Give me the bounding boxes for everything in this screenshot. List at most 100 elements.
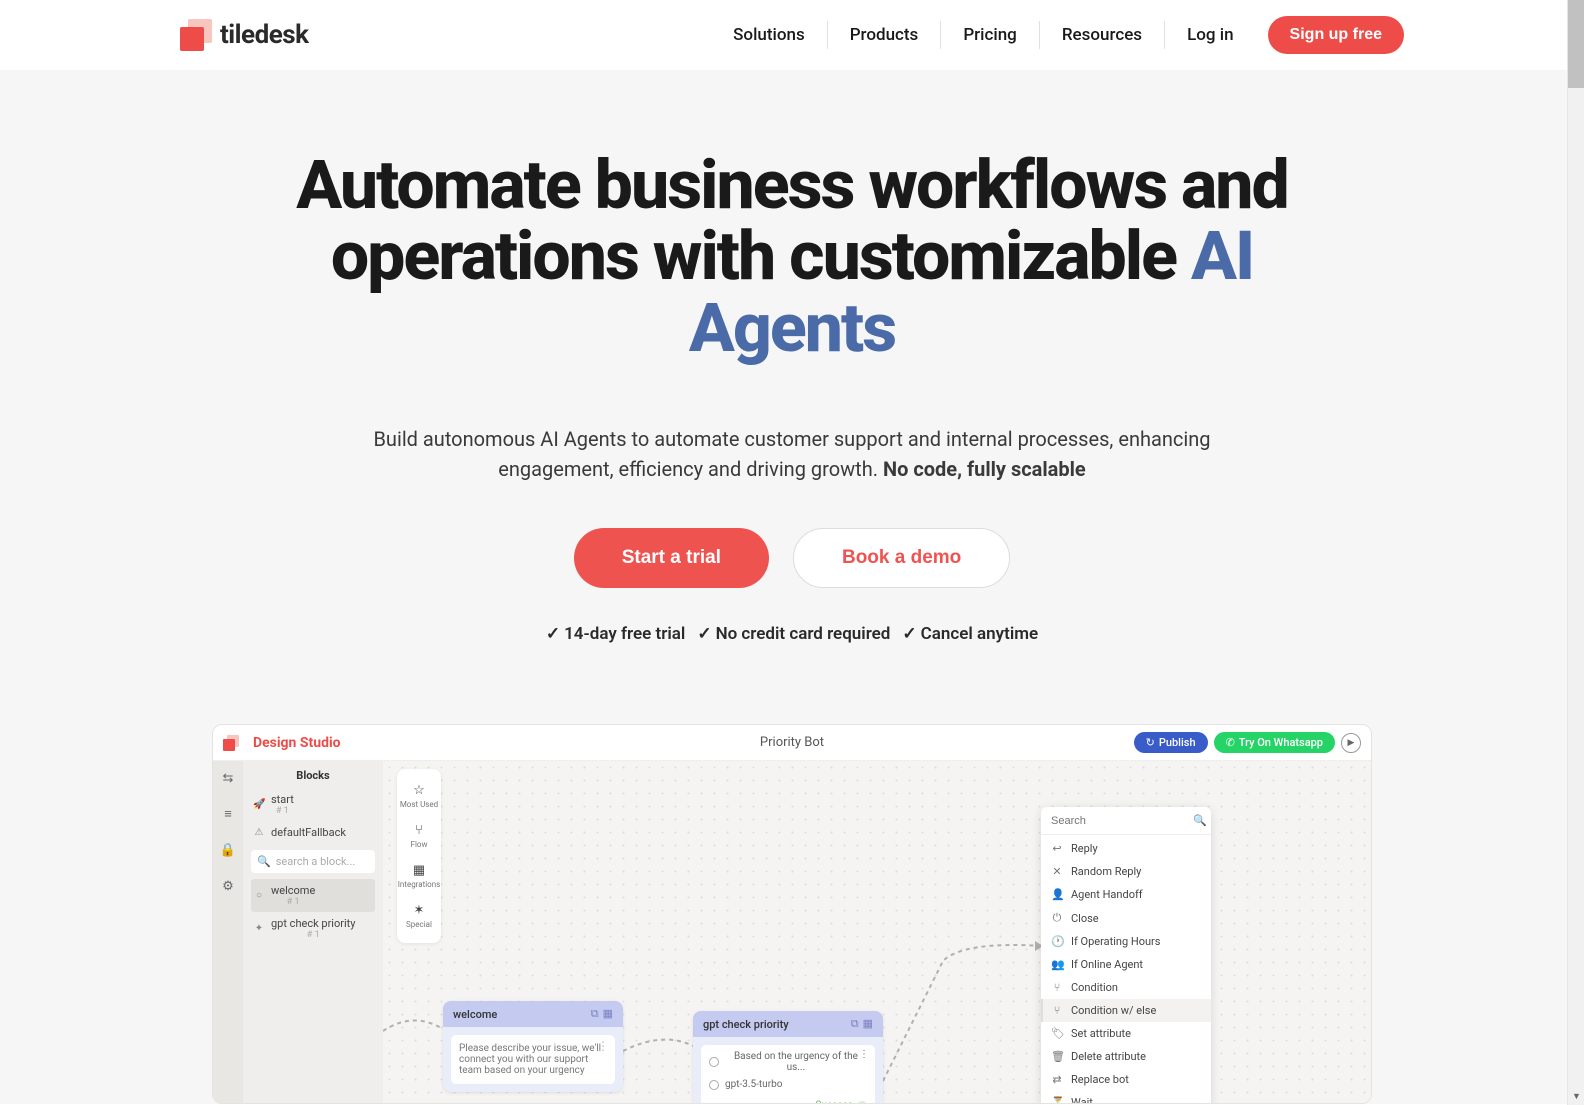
blocks-title: Blocks	[251, 769, 375, 782]
tool-integrations[interactable]: ▦Integrations	[398, 857, 441, 895]
block-welcome-label: welcome	[271, 884, 315, 897]
person-add-icon: 👥	[1051, 958, 1063, 971]
block-gpt-count: # 1	[271, 930, 355, 940]
branch-icon: ⑂	[415, 823, 423, 838]
fork-icon: ⑂	[1051, 1004, 1063, 1017]
brand-logo[interactable]: tiledesk	[180, 19, 309, 51]
share-icon[interactable]: ⇆	[221, 771, 235, 785]
tool-most-used[interactable]: ☆ Most Used	[400, 777, 438, 815]
action-agent-handoff[interactable]: 👤 Agent Handoff	[1041, 883, 1211, 906]
tool-int-label: Integrations	[398, 880, 441, 889]
more-icon[interactable]: ⋮	[597, 1039, 609, 1053]
action-handoff-label: Agent Handoff	[1071, 888, 1143, 901]
tool-most-label: Most Used	[400, 800, 438, 809]
gear-icon[interactable]: ⚙	[221, 879, 235, 893]
node-gpt[interactable]: gpt check priority ⧉▦ ⋮ Based on the urg…	[693, 1011, 883, 1104]
action-wait[interactable]: ⏳Wait	[1041, 1091, 1211, 1104]
action-delattr-label: Delete attribute	[1071, 1050, 1146, 1063]
node-welcome-text: Please describe your issue, we'll connec…	[459, 1043, 601, 1076]
flow-canvas[interactable]: ☆Most Used ⑂Flow ▦Integrations ✶Special	[383, 761, 1371, 1103]
action-operating-hours[interactable]: 🕐If Operating Hours	[1041, 930, 1211, 953]
try-whatsapp-button[interactable]: ✆Try On Whatsapp	[1214, 732, 1335, 753]
power-icon: ⏻	[1051, 911, 1063, 925]
search-icon: 🔍	[257, 855, 271, 868]
trash-icon: 🗑	[1051, 1050, 1063, 1063]
actions-list: ↩Reply ✕Random Reply 👤 Agent Handoff ⏻Clo…	[1041, 835, 1211, 1104]
action-condition[interactable]: ⑂Condition	[1041, 976, 1211, 999]
start-trial-button[interactable]: Start a trial	[574, 528, 769, 588]
action-hours-label: If Operating Hours	[1071, 935, 1160, 948]
scroll-down-arrow[interactable]: ▼	[1568, 1088, 1584, 1105]
nav-products[interactable]: Products	[828, 21, 942, 49]
block-fallback[interactable]: ⚠ defaultFallback	[251, 821, 375, 844]
action-replace-bot[interactable]: ⇄ Replace bot	[1041, 1068, 1211, 1091]
action-online-agent[interactable]: 👥If Online Agent	[1041, 953, 1211, 976]
dot-icon: ○	[253, 890, 265, 901]
nav-pricing[interactable]: Pricing	[941, 21, 1040, 49]
block-gpt-label: gpt check priority	[271, 917, 355, 930]
action-condition-else[interactable]: ⑂Condition w/ else	[1041, 999, 1211, 1022]
actions-search[interactable]: 🔍	[1041, 807, 1211, 835]
check-icon: ✓	[697, 624, 711, 644]
studio-toolbar: Design Studio Priority Bot ↻Publish ✆Try…	[213, 725, 1371, 761]
studio-title: Design Studio	[253, 735, 341, 751]
swap-icon: ⇄	[1051, 1073, 1063, 1086]
action-reply[interactable]: ↩Reply	[1041, 837, 1211, 860]
nav-solutions[interactable]: Solutions	[711, 21, 828, 49]
search-block-input[interactable]: 🔍 search a block...	[251, 850, 375, 873]
tool-flow-label: Flow	[411, 840, 428, 849]
publish-button[interactable]: ↻Publish	[1134, 732, 1208, 753]
actions-search-input[interactable]	[1051, 815, 1193, 827]
search-block-placeholder: search a block...	[276, 855, 356, 868]
tool-flow[interactable]: ⑂ Flow	[411, 817, 428, 855]
actions-panel: 🔍 ↩Reply ✕Random Reply 👤 Agent Handoff ⏻C…	[1041, 807, 1211, 1104]
action-replace-label: Replace bot	[1071, 1073, 1129, 1086]
mini-sidebar: ⇆ ≡ 🔒 ⚙	[213, 761, 243, 1103]
whatsapp-icon: ✆	[1226, 736, 1235, 749]
action-delete-attribute[interactable]: 🗑 Delete attribute	[1041, 1045, 1211, 1068]
nav-login[interactable]: Log in	[1165, 21, 1255, 49]
tool-special[interactable]: ✶Special	[406, 897, 432, 935]
node-welcome[interactable]: welcome ⧉▦ ⋮ Please describe your issue,…	[443, 1001, 623, 1092]
more-icon[interactable]: ⋮	[859, 1049, 869, 1060]
signup-button[interactable]: Sign up free	[1268, 16, 1404, 54]
rocket-icon: 🚀	[253, 799, 265, 810]
block-gpt[interactable]: ✦ gpt check priority# 1	[251, 912, 375, 945]
sync-icon: ↻	[1146, 736, 1155, 749]
scroll-thumb[interactable]	[1568, 0, 1584, 88]
check-icon: ✓	[546, 624, 560, 644]
book-demo-button[interactable]: Book a demo	[793, 528, 1010, 588]
block-start-count: # 1	[271, 806, 294, 816]
feature-nocc-label: No credit card required	[716, 624, 891, 644]
nav-resources[interactable]: Resources	[1040, 21, 1165, 49]
copy-icon[interactable]: ⧉	[851, 1017, 859, 1031]
site-header: tiledesk Solutions Products Pricing Reso…	[0, 0, 1584, 70]
agent-icon: 👤	[1051, 888, 1063, 901]
hero-headline-text: Automate business workflows and operatio…	[296, 145, 1288, 296]
action-setattr-label: Set attribute	[1071, 1027, 1131, 1040]
node-gpt-body: ⋮ Based on the urgency of the us... gpt-…	[701, 1045, 875, 1104]
doc-icon[interactable]: ▦	[603, 1007, 613, 1021]
openai-icon	[709, 1057, 719, 1067]
cta-row: Start a trial Book a demo	[0, 528, 1584, 588]
action-random-reply[interactable]: ✕Random Reply	[1041, 860, 1211, 883]
bot-name: Priority Bot	[760, 735, 824, 750]
node-welcome-body: ⋮ Please describe your issue, we'll conn…	[451, 1035, 615, 1084]
play-button[interactable]: ▶	[1341, 733, 1361, 753]
block-start-label: start	[271, 793, 294, 806]
action-set-attribute[interactable]: 🏷Set attribute	[1041, 1022, 1211, 1045]
action-close[interactable]: ⏻Close	[1041, 906, 1211, 930]
lock-icon[interactable]: 🔒	[221, 843, 235, 857]
page-scrollbar[interactable]: ▲ ▼	[1567, 0, 1584, 1105]
block-welcome[interactable]: ○ welcome# 1	[251, 879, 375, 912]
copy-icon[interactable]: ⧉	[591, 1007, 599, 1021]
sliders-icon[interactable]: ≡	[221, 807, 235, 821]
action-random-label: Random Reply	[1071, 865, 1141, 878]
doc-icon[interactable]: ▦	[863, 1017, 873, 1031]
block-start[interactable]: 🚀 start# 1	[251, 788, 375, 821]
sparkle-icon: ✦	[253, 923, 265, 934]
fork-icon: ⑂	[1051, 981, 1063, 994]
star-icon: ☆	[413, 783, 425, 798]
gpt-success-label: Success	[815, 1100, 853, 1104]
action-reply-label: Reply	[1071, 842, 1098, 855]
